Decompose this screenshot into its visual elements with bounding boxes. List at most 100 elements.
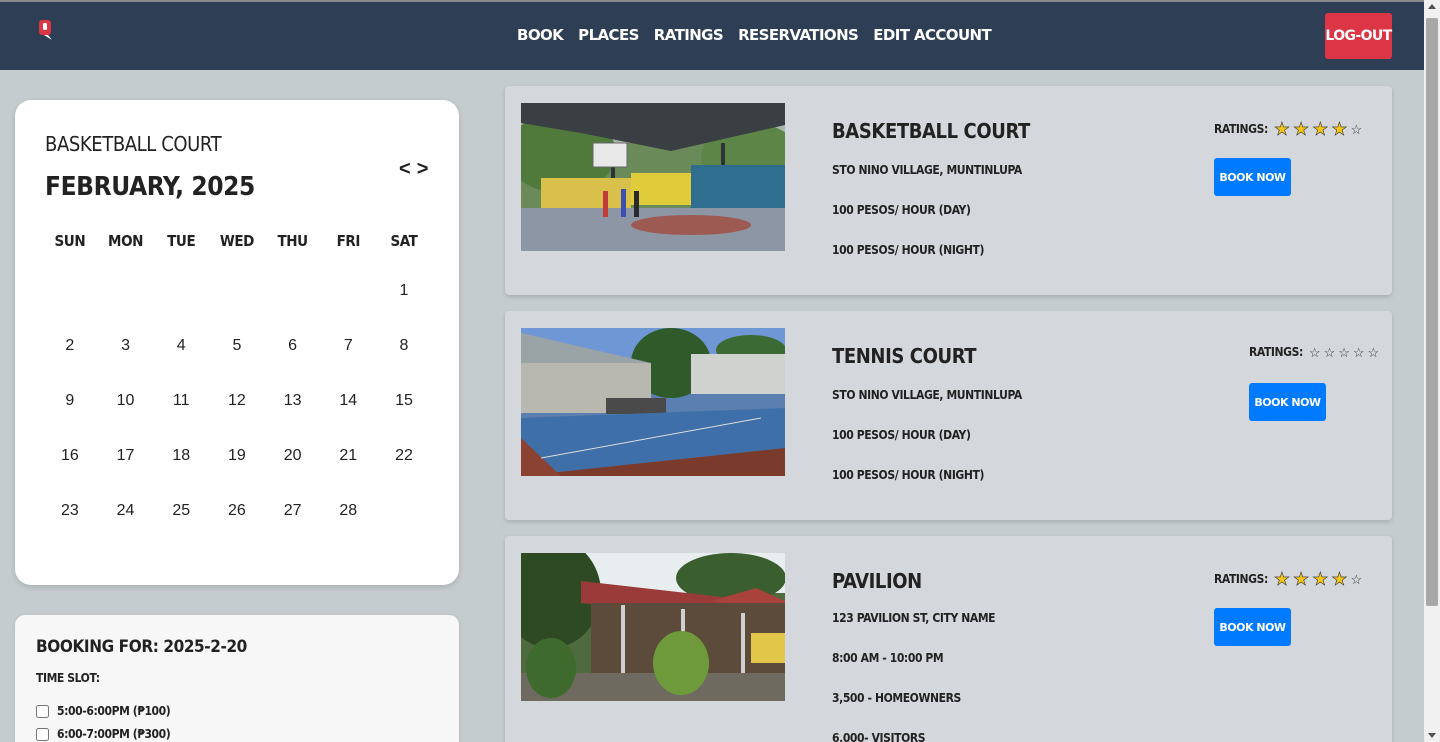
time-slot-checkbox[interactable] — [36, 704, 49, 718]
calendar-grid: Sun Mon Tue Wed Thu Fri Sat 1 2 3 4 5 6 … — [42, 232, 432, 557]
star-filled-icon: ★ — [1293, 119, 1310, 139]
star-filled-icon: ★ — [1312, 119, 1329, 139]
calendar-week: 9 10 11 12 13 14 15 — [42, 392, 432, 447]
logo-icon[interactable] — [38, 19, 54, 41]
rating: Ratings: ★ ★ ★ ★ ☆ — [1214, 569, 1363, 589]
nav-links: Book Places Ratings Reservations Edit Ac… — [517, 26, 992, 44]
place-price-day: 100 pesos/ hour (day) — [832, 203, 971, 217]
calendar-nav: < > — [399, 158, 428, 181]
place-card: Basketball Court Sto Nino Village, Munti… — [505, 86, 1392, 295]
nav-link-edit-account[interactable]: Edit Account — [873, 26, 991, 44]
star-filled-icon: ★ — [1273, 569, 1291, 589]
calendar-day[interactable]: 25 — [153, 502, 209, 520]
calendar-week: 1 — [42, 282, 432, 337]
place-name: Tennis Court — [832, 344, 977, 368]
calendar-day[interactable]: 15 — [376, 392, 432, 410]
weekday-label: Wed — [219, 232, 255, 250]
calendar-day[interactable]: 21 — [320, 447, 376, 465]
star-empty-icon: ☆ — [1350, 571, 1363, 587]
star-empty-icon: ☆ — [1308, 344, 1321, 360]
calendar-day[interactable]: 7 — [320, 337, 376, 355]
book-now-button[interactable]: Book Now — [1214, 608, 1291, 646]
rating-stars: ★ ★ ★ ★ ☆ — [1273, 569, 1363, 589]
scroll-up-icon[interactable] — [1428, 4, 1436, 9]
calendar-day[interactable]: 13 — [265, 392, 321, 410]
nav-link-places[interactable]: Places — [578, 26, 639, 44]
rating-stars: ★ ★ ★ ★ ☆ — [1273, 119, 1363, 139]
star-filled-icon: ★ — [1273, 119, 1291, 139]
book-now-button[interactable]: Book Now — [1249, 383, 1326, 421]
weekday-label: Thu — [277, 232, 308, 250]
place-hours: 8:00 AM - 10:00 PM — [832, 651, 944, 665]
rating-label: Ratings: — [1214, 122, 1268, 136]
calendar-week: 2 3 4 5 6 7 8 — [42, 337, 432, 392]
weekday-header: Sun Mon Tue Wed Thu Fri Sat — [42, 232, 432, 274]
calendar-day[interactable]: 24 — [98, 502, 154, 520]
calendar-day[interactable]: 27 — [265, 502, 321, 520]
calendar-day[interactable]: 28 — [320, 502, 376, 520]
rating: Ratings: ☆ ☆ ☆ ☆ ☆ — [1249, 345, 1379, 359]
booking-title: Booking for: 2025-2-20 — [36, 637, 247, 657]
star-empty-icon: ☆ — [1323, 344, 1336, 360]
calendar-day[interactable]: 1 — [376, 282, 432, 300]
time-slot-checkbox[interactable] — [36, 727, 49, 741]
calendar-day[interactable]: 9 — [42, 392, 98, 410]
weekday-label: Fri — [336, 232, 361, 250]
logout-button[interactable]: Log-out — [1325, 13, 1392, 59]
calendar-day[interactable]: 16 — [42, 447, 98, 465]
weekday-label: Tue — [167, 232, 196, 250]
scroll-down-icon[interactable] — [1428, 733, 1436, 738]
page-scrollbar[interactable] — [1424, 0, 1440, 742]
calendar-day[interactable]: 17 — [98, 447, 154, 465]
calendar-week: 16 17 18 19 20 21 22 — [42, 447, 432, 502]
star-empty-icon: ☆ — [1352, 344, 1365, 360]
calendar-day[interactable]: 12 — [209, 392, 265, 410]
weekday-label: Mon — [108, 232, 144, 250]
rating-stars: ☆ ☆ ☆ ☆ ☆ — [1309, 346, 1379, 359]
calendar-day[interactable]: 2 — [42, 337, 98, 355]
time-slot-label-text: 5:00-6:00PM (₱100) — [57, 704, 171, 718]
calendar-day[interactable]: 23 — [42, 502, 98, 520]
place-photo — [521, 328, 785, 476]
star-empty-icon: ☆ — [1367, 344, 1380, 360]
star-filled-icon: ★ — [1331, 119, 1348, 139]
star-empty-icon: ☆ — [1350, 121, 1363, 137]
place-name: Pavilion — [832, 569, 922, 593]
time-slot-option[interactable]: 6:00-7:00PM (₱300) — [36, 727, 171, 741]
star-filled-icon: ★ — [1293, 569, 1310, 589]
calendar-day[interactable]: 26 — [209, 502, 265, 520]
place-price-day: 100 pesos/ hour (day) — [832, 428, 971, 442]
calendar-day[interactable]: 4 — [153, 337, 209, 355]
place-price-visitors: 6,000- Visitors — [832, 731, 926, 742]
calendar-day[interactable]: 6 — [265, 337, 321, 355]
star-filled-icon: ★ — [1312, 569, 1329, 589]
calendar-day[interactable]: 19 — [209, 447, 265, 465]
calendar-day[interactable]: 22 — [376, 447, 432, 465]
nav-link-reservations[interactable]: Reservations — [738, 26, 859, 44]
calendar-day[interactable]: 11 — [153, 392, 209, 410]
calendar-day[interactable]: 20 — [265, 447, 321, 465]
calendar-panel: Basketball Court February, 2025 < > Sun … — [15, 100, 459, 585]
calendar-day[interactable]: 18 — [153, 447, 209, 465]
calendar-day[interactable]: 14 — [320, 392, 376, 410]
next-month-button[interactable]: > — [417, 158, 429, 181]
calendar-day[interactable]: 5 — [209, 337, 265, 355]
nav-link-book[interactable]: Book — [517, 26, 564, 44]
place-price-night: 100 pesos/ hour (night) — [832, 243, 985, 257]
calendar-day[interactable]: 3 — [98, 337, 154, 355]
place-photo — [521, 553, 785, 701]
calendar-month: February, 2025 — [45, 172, 255, 202]
prev-month-button[interactable]: < — [399, 158, 411, 181]
nav-link-ratings[interactable]: Ratings — [654, 26, 724, 44]
time-slot-option[interactable]: 5:00-6:00PM (₱100) — [36, 704, 171, 718]
place-address: 123 Pavilion St, City Name — [832, 611, 996, 625]
rating-label: Ratings: — [1214, 572, 1268, 586]
calendar-week: 23 24 25 26 27 28 — [42, 502, 432, 557]
calendar-day[interactable]: 8 — [376, 337, 432, 355]
scroll-thumb[interactable] — [1426, 18, 1438, 606]
calendar-day[interactable]: 10 — [98, 392, 154, 410]
book-now-button[interactable]: Book Now — [1214, 158, 1291, 196]
rating: Ratings: ★ ★ ★ ★ ☆ — [1214, 119, 1363, 139]
place-address: Sto Nino Village, Muntinlupa — [832, 388, 1022, 402]
place-price-night: 100 pesos/ hour (night) — [832, 468, 985, 482]
